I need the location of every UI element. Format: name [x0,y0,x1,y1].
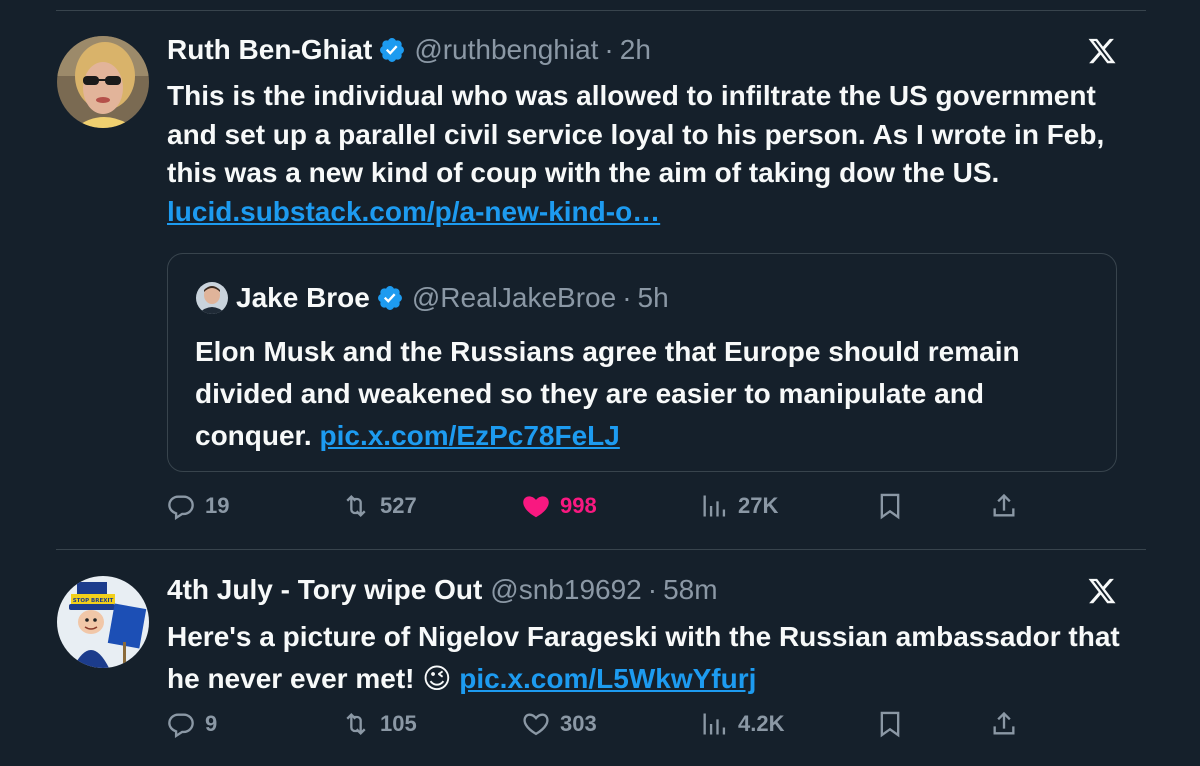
share-button[interactable] [990,710,1028,738]
bookmark-button[interactable] [876,710,914,738]
reply-icon [168,495,194,520]
bookmark-button[interactable] [876,492,914,520]
like-button[interactable]: 998 [522,492,597,520]
quoted-text-block: Elon Musk and the Russians agree that Eu… [195,331,1095,457]
reply-count: 19 [205,493,230,518]
reply-count: 9 [205,711,218,736]
quoted-author-handle[interactable]: @RealJakeBroe [412,279,616,317]
author-handle[interactable]: @ruthbenghiat [414,32,598,68]
repost-count: 105 [380,711,417,736]
tweet-2-text: Here's a picture of Nigelov Farageski wi… [167,616,1127,700]
share-button[interactable] [990,492,1028,520]
tweet-1-actions: 19 527 998 27K [0,488,1200,528]
repost-icon [346,713,366,735]
separator-dot: · [647,574,658,605]
quoted-author-name[interactable]: Jake Broe [236,279,370,317]
separator-dot: · [622,282,632,313]
share-icon [993,493,1015,517]
quoted-header: Jake Broe @RealJakeBroe · 5h [236,279,669,317]
repost-icon [346,495,366,517]
repost-count: 527 [380,493,417,518]
views-count: 4.2K [738,711,785,736]
author-name[interactable]: 4th July - Tory wipe Out [167,572,482,608]
timestamp[interactable]: 58m [663,572,717,608]
like-button[interactable]: 303 [522,710,597,738]
tweet-1-text: This is the individual who was allowed t… [167,77,1127,231]
quoted-timestamp[interactable]: 5h [638,279,669,317]
author-handle[interactable]: @snb19692 [490,572,641,608]
like-icon [523,496,549,518]
share-icon [993,711,1015,735]
views-icon [703,713,726,735]
bookmark-icon [880,493,900,520]
tweet-1-header: Ruth Ben-Ghiat @ruthbenghiat · 2h [167,32,651,68]
verified-icon [378,36,406,64]
views-icon [703,495,726,517]
separator-dot: · [604,34,614,65]
tweet-link[interactable]: pic.x.com/L5WkwYfurj [459,663,756,694]
x-logo-icon [1087,576,1117,606]
avatar-ruth[interactable] [57,36,149,128]
tweet-text: This is the individual who was allowed t… [167,80,1105,188]
like-count: 303 [560,711,597,736]
verified-icon [376,284,404,312]
views-button[interactable]: 27K [700,492,778,520]
reply-icon [168,713,194,738]
like-icon [523,713,549,736]
avatar-badge-text: STOP BREXIT [73,598,114,604]
reply-button[interactable]: 19 [167,492,229,520]
author-name[interactable]: Ruth Ben-Ghiat [167,32,372,68]
quoted-tweet[interactable]: Jake Broe @RealJakeBroe · 5h Elon Musk a… [167,253,1117,472]
views-button[interactable]: 4.2K [700,710,784,738]
repost-button[interactable]: 105 [342,710,417,738]
like-count: 998 [560,493,597,518]
avatar-snb[interactable]: STOP BREXIT [57,576,149,668]
avatar-jake[interactable] [196,282,228,314]
tweet-2-header: 4th July - Tory wipe Out @snb19692 · 58m [167,572,718,608]
bookmark-icon [880,711,900,738]
repost-button[interactable]: 527 [342,492,417,520]
tweet-2-actions: 9 105 303 4.2K [0,706,1200,746]
tweet-divider [56,549,1146,550]
quoted-link[interactable]: pic.x.com/EzPc78FeLJ [319,420,619,451]
x-logo-icon [1087,36,1117,66]
timestamp[interactable]: 2h [620,32,651,68]
views-count: 27K [738,493,779,518]
tweet-link[interactable]: lucid.substack.com/p/a-new-kind-o… [167,196,660,227]
top-divider [56,10,1146,11]
reply-button[interactable]: 9 [167,710,217,738]
